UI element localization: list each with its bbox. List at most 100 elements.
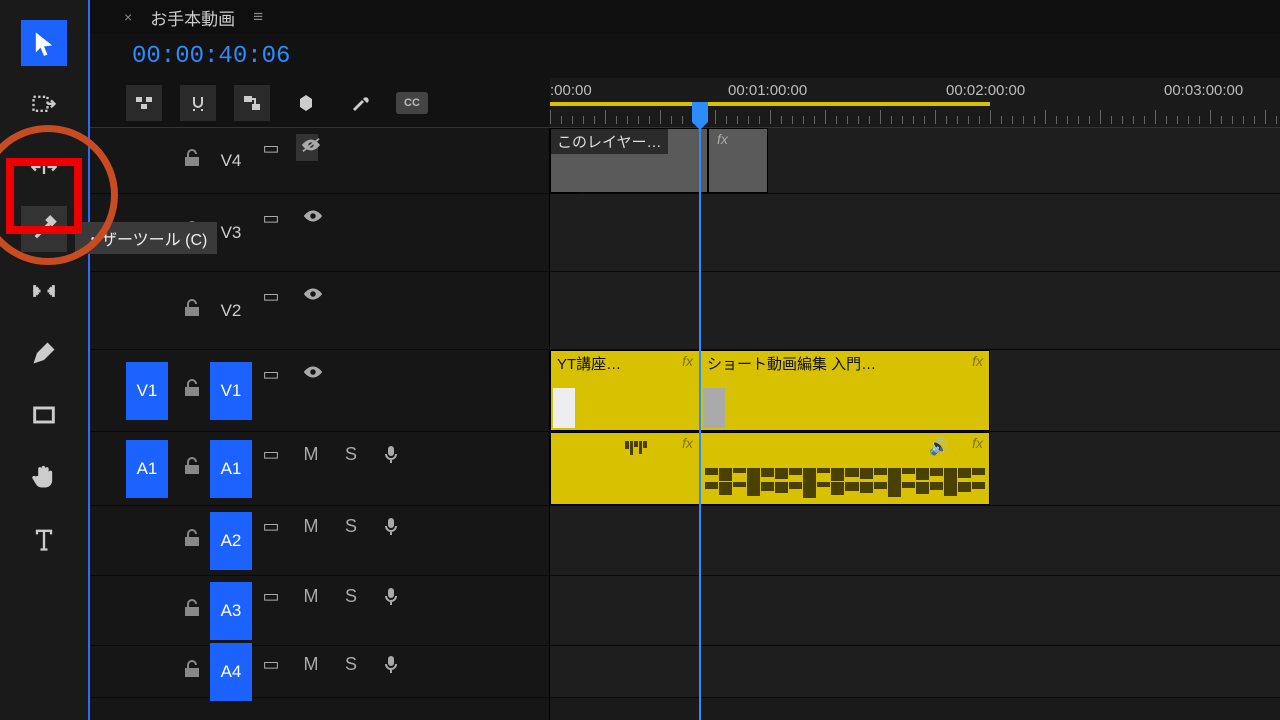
strip-icon[interactable]: ▭ <box>260 654 282 675</box>
razor-tool[interactable] <box>21 206 67 252</box>
source-patch-v1[interactable]: V1 <box>126 362 168 420</box>
lane-a4[interactable] <box>550 646 1280 698</box>
track-header-a2[interactable]: A2 ▭ M S <box>90 506 549 576</box>
strip-icon[interactable]: ▭ <box>260 516 282 537</box>
timeline-panel: × お手本動画 ≡ 00:00:40:06 CC V <box>90 0 1280 720</box>
linked-selection-button[interactable] <box>234 85 270 121</box>
current-timecode[interactable]: 00:00:40:06 <box>132 43 290 70</box>
clip-label: このレイヤー… <box>551 129 668 154</box>
source-patch-a1[interactable]: A1 <box>126 440 168 498</box>
track-target-a1[interactable]: A1 <box>210 440 252 498</box>
hand-tool[interactable] <box>21 454 67 500</box>
track-target-a2[interactable]: A2 <box>210 512 252 570</box>
track-select-tool[interactable] <box>21 82 67 128</box>
lane-v2[interactable] <box>550 272 1280 350</box>
lock-icon[interactable] <box>182 378 202 404</box>
lock-icon[interactable] <box>182 659 202 685</box>
marker-button[interactable] <box>288 85 324 121</box>
captions-button[interactable]: CC <box>396 92 428 114</box>
clip-fx[interactable]: fx <box>708 128 768 193</box>
track-header-v1[interactable]: V1 V1 ▭ <box>90 350 549 432</box>
tracks-area: V4 ▭ V3 ▭ V2 ▭ <box>90 128 1280 720</box>
mute-button[interactable]: M <box>300 586 322 607</box>
selection-tool[interactable] <box>21 20 67 66</box>
strip-icon[interactable]: ▭ <box>260 286 282 307</box>
panel-header: × お手本動画 ≡ <box>90 0 1280 34</box>
clip-layer[interactable]: このレイヤー… <box>550 128 708 193</box>
lock-icon[interactable] <box>182 148 202 174</box>
lock-icon[interactable] <box>182 528 202 554</box>
ruler-time-label: :00:00 <box>550 82 592 99</box>
playhead[interactable] <box>699 128 701 720</box>
ruler-time-label: 00:03:00:00 <box>1164 82 1243 99</box>
clip-label: ショート動画編集 入門… <box>701 351 882 376</box>
lane-a3[interactable] <box>550 576 1280 646</box>
clip-short-video[interactable]: ショート動画編集 入門… fx <box>700 350 990 431</box>
voiceover-icon[interactable] <box>380 654 402 679</box>
visibility-icon[interactable] <box>302 286 324 307</box>
track-header-a4[interactable]: A4 ▭ M S <box>90 646 549 698</box>
fx-label: fx <box>972 353 983 369</box>
track-header-v4[interactable]: V4 ▭ <box>90 128 549 194</box>
solo-button[interactable]: S <box>340 516 362 537</box>
lock-icon[interactable] <box>182 456 202 482</box>
audio-clip-b[interactable]: fx 🔊 <box>700 432 990 505</box>
settings-button[interactable] <box>342 85 378 121</box>
visibility-off-icon[interactable] <box>296 134 318 161</box>
lock-icon[interactable] <box>182 298 202 324</box>
pen-tool[interactable] <box>21 330 67 376</box>
strip-icon[interactable]: ▭ <box>260 208 282 229</box>
clip-label: YT講座… <box>551 351 627 376</box>
track-target-a3[interactable]: A3 <box>210 582 252 640</box>
strip-icon[interactable]: ▭ <box>260 364 282 385</box>
time-ruler[interactable]: :00:0000:01:00:0000:02:00:0000:03:00:00 <box>550 78 1280 128</box>
fx-label: fx <box>972 435 983 451</box>
snap-button[interactable] <box>180 85 216 121</box>
audio-clip-a[interactable]: fx <box>550 432 700 505</box>
visibility-icon[interactable] <box>302 364 324 385</box>
lane-a1[interactable]: fx fx 🔊 <box>550 432 1280 506</box>
strip-icon[interactable]: ▭ <box>260 586 282 607</box>
solo-button[interactable]: S <box>340 586 362 607</box>
strip-icon[interactable]: ▭ <box>260 444 282 465</box>
rectangle-tool[interactable] <box>21 392 67 438</box>
audio-waveform <box>701 482 989 500</box>
fx-label: fx <box>682 435 693 451</box>
ruler-time-label: 00:02:00:00 <box>946 82 1025 99</box>
mute-button[interactable]: M <box>300 444 322 465</box>
type-tool[interactable] <box>21 516 67 562</box>
panel-menu-icon[interactable]: ≡ <box>253 7 263 27</box>
strip-icon[interactable]: ▭ <box>260 138 282 159</box>
voiceover-icon[interactable] <box>380 516 402 541</box>
voiceover-icon[interactable] <box>380 586 402 611</box>
lane-v1[interactable]: YT講座… fx ショート動画編集 入門… fx <box>550 350 1280 432</box>
clip-thumbnail <box>553 388 575 428</box>
lane-v4[interactable]: このレイヤー… fx <box>550 128 1280 194</box>
track-header-a3[interactable]: A3 ▭ M S <box>90 576 549 646</box>
track-target-a4[interactable]: A4 <box>210 643 252 701</box>
clip-yt-lecture[interactable]: YT講座… fx <box>550 350 700 431</box>
lane-v3[interactable] <box>550 194 1280 272</box>
clip-thumbnail <box>703 388 725 428</box>
mute-button[interactable]: M <box>300 654 322 675</box>
track-label: V4 <box>210 132 252 190</box>
playhead-handle[interactable] <box>692 102 708 122</box>
close-panel-icon[interactable]: × <box>124 9 132 25</box>
insert-mode-button[interactable] <box>126 85 162 121</box>
track-header-a1[interactable]: A1 A1 ▭ M S <box>90 432 549 506</box>
slip-tool[interactable] <box>21 268 67 314</box>
track-header-v2[interactable]: V2 ▭ <box>90 272 549 350</box>
visibility-icon[interactable] <box>302 208 324 229</box>
track-target-v1[interactable]: V1 <box>210 362 252 420</box>
fx-label: fx <box>682 353 693 369</box>
lock-icon[interactable] <box>182 598 202 624</box>
solo-button[interactable]: S <box>340 654 362 675</box>
track-label: V2 <box>210 282 252 340</box>
timeline-content[interactable]: :00:0000:01:00:0000:02:00:0000:03:00:00 … <box>550 78 1280 720</box>
fx-label: fx <box>717 131 728 147</box>
voiceover-icon[interactable] <box>380 444 402 469</box>
solo-button[interactable]: S <box>340 444 362 465</box>
ripple-edit-tool[interactable] <box>21 144 67 190</box>
mute-button[interactable]: M <box>300 516 322 537</box>
lane-a2[interactable] <box>550 506 1280 576</box>
